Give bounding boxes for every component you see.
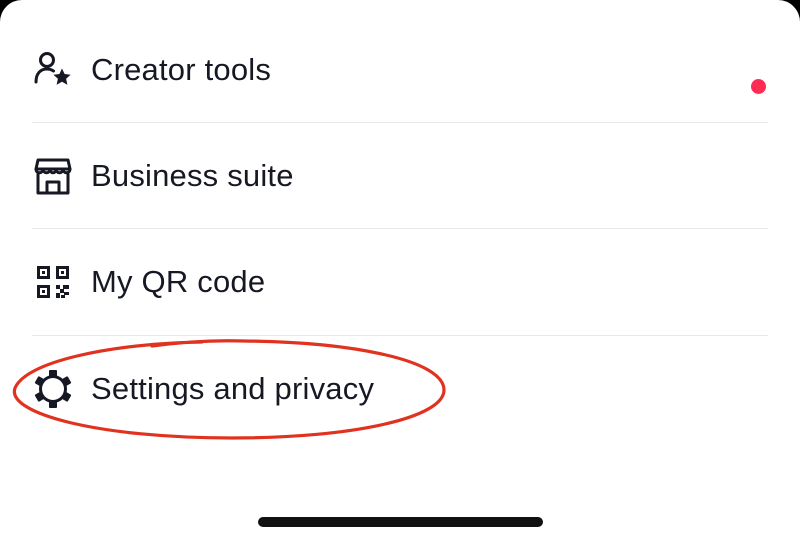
menu-item-label: Business suite xyxy=(91,158,294,193)
menu-item-creator-tools[interactable]: Creator tools xyxy=(0,17,800,123)
person-star-icon xyxy=(32,49,74,91)
qr-code-icon xyxy=(32,261,74,303)
menu-item-my-qr-code[interactable]: My QR code xyxy=(0,229,800,335)
gear-icon xyxy=(32,368,74,410)
notification-dot xyxy=(751,79,766,94)
home-indicator[interactable] xyxy=(258,517,543,527)
menu-item-label: Settings and privacy xyxy=(91,371,375,406)
menu-item-label: My QR code xyxy=(91,264,266,299)
menu-item-business-suite[interactable]: Business suite xyxy=(0,123,800,229)
bottom-sheet-menu: Creator tools Business suite My QR code … xyxy=(0,0,800,544)
menu-item-settings-and-privacy[interactable]: Settings and privacy xyxy=(0,336,800,442)
menu-item-label: Creator tools xyxy=(91,52,272,87)
storefront-icon xyxy=(32,155,74,197)
